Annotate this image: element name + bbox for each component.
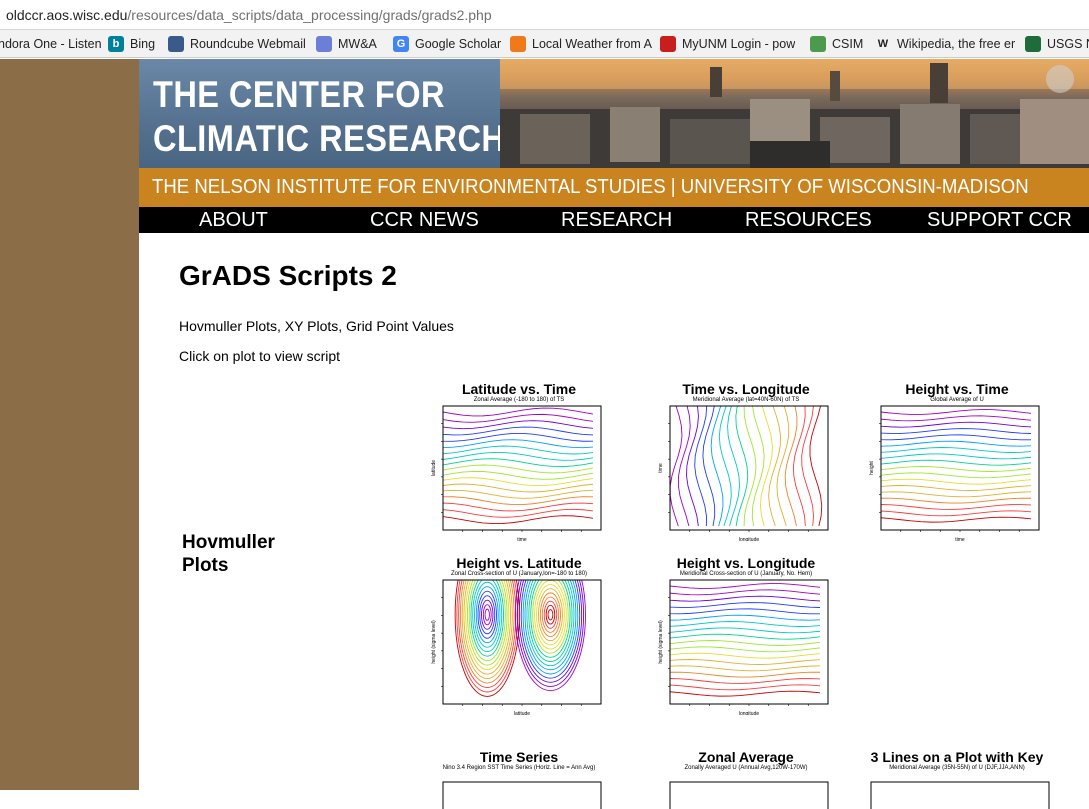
bookmark-label: MW&A bbox=[338, 37, 377, 51]
bookmark-wikipedia[interactable]: W Wikipedia, the free er bbox=[875, 35, 1015, 53]
bookmark-mwa[interactable]: MW&A bbox=[316, 35, 377, 53]
plot-image: time latitude bbox=[431, 405, 602, 541]
plot-3-lines-on-a-plot-with-key[interactable]: 3 Lines on a Plot with Key Meridional Ave… bbox=[857, 749, 1057, 809]
page-description: Hovmuller Plots, XY Plots, Grid Point Va… bbox=[179, 318, 454, 334]
bookmark-label: ndora One - Listen bbox=[0, 37, 102, 51]
site-banner[interactable]: THE CENTER FOR CLIMATIC RESEARCH bbox=[139, 59, 1089, 168]
plot-title: 3 Lines on a Plot with Key bbox=[870, 749, 1044, 765]
unm-icon bbox=[660, 36, 676, 52]
plot-image: longitude time bbox=[658, 405, 829, 541]
bookmark-unm[interactable]: MyUNM Login - pow bbox=[660, 35, 795, 53]
bookmark-label: Local Weather from A bbox=[532, 37, 652, 51]
plot-zonal-average[interactable]: Zonal Average Zonally Averaged U (Annual … bbox=[656, 749, 836, 809]
page-title: GrADS Scripts 2 bbox=[179, 260, 397, 291]
plot-time-vs-longitude[interactable]: Time vs. Longitude Meridional Average (la… bbox=[656, 381, 836, 541]
nav-about[interactable]: ABOUT bbox=[199, 209, 268, 232]
left-sidebar bbox=[0, 59, 139, 790]
section-label-hovmuller: Hovmuller Plots bbox=[182, 531, 275, 577]
site-title: THE CENTER FOR CLIMATIC RESEARCH bbox=[153, 73, 505, 161]
plot-ylabel: height (sigma level) bbox=[658, 620, 664, 664]
plot-xlabel: time bbox=[517, 537, 527, 541]
bookmark-label: Bing bbox=[130, 37, 156, 51]
plot-height-vs-longitude[interactable]: Height vs. Longitude Meridional Cross-sec… bbox=[656, 555, 836, 715]
bookmark-label: CSIM bbox=[832, 37, 864, 51]
bookmarks-bar: ndora One - Listen b Bing Roundcube Webmail… bbox=[0, 30, 1089, 58]
page-instruction: Click on plot to view script bbox=[179, 348, 341, 364]
plot-image bbox=[870, 781, 1050, 809]
nav-support-ccr[interactable]: SUPPORT CCR bbox=[927, 209, 1072, 232]
main-nav: ABOUT CCR NEWS RESEARCH RESOURCES SUPPOR… bbox=[139, 207, 1089, 233]
banner-title-block: THE CENTER FOR CLIMATIC RESEARCH bbox=[139, 59, 505, 168]
weather-icon bbox=[510, 36, 526, 52]
plot-title: Height vs. Latitude bbox=[456, 555, 582, 571]
plot-image bbox=[442, 781, 602, 809]
bookmark-label: Google Scholar bbox=[415, 37, 502, 51]
main-content: GrADS Scripts 2 Hovmuller Plots, XY Plot… bbox=[139, 233, 1089, 809]
plot-image: latitude height (sigma level) bbox=[431, 579, 602, 715]
campus-skyline-image bbox=[500, 59, 1089, 168]
section-label-line1: Hovmuller bbox=[182, 532, 275, 553]
plot-title: Height vs. Time bbox=[905, 381, 1009, 397]
nav-resources[interactable]: RESOURCES bbox=[745, 209, 872, 232]
roundcube-icon bbox=[168, 36, 184, 52]
bookmark-usgs[interactable]: USGS N bbox=[1025, 35, 1089, 53]
usgs-icon bbox=[1025, 36, 1041, 52]
plot-latitude-vs-time[interactable]: Latitude vs. Time Zonal Average (-180 to … bbox=[429, 381, 609, 541]
bing-icon: b bbox=[108, 36, 124, 52]
bookmark-pandora[interactable]: ndora One - Listen bbox=[0, 35, 102, 53]
plot-height-vs-latitude[interactable]: Height vs. Latitude Zonal Cross-section o… bbox=[429, 555, 609, 715]
google-scholar-icon: G bbox=[393, 36, 409, 52]
bookmark-label: MyUNM Login - pow bbox=[682, 37, 796, 51]
url-host: oldccr.aos.wisc.edu bbox=[6, 7, 128, 23]
plot-title: Time vs. Longitude bbox=[682, 381, 810, 397]
plot-title: Zonal Average bbox=[698, 749, 794, 765]
nav-ccr-news[interactable]: CCR NEWS bbox=[370, 209, 479, 232]
nav-research[interactable]: RESEARCH bbox=[561, 209, 672, 232]
plot-time-series[interactable]: Time Series Nino 3.4 Region SST Time Seri… bbox=[429, 749, 609, 809]
plot-image: time height bbox=[869, 405, 1040, 541]
bookmark-label: Wikipedia, the free er bbox=[897, 37, 1016, 51]
bookmark-roundcube[interactable]: Roundcube Webmail bbox=[168, 35, 306, 53]
csim-icon bbox=[810, 36, 826, 52]
address-bar[interactable]: oldccr.aos.wisc.edu/resources/data_scrip… bbox=[0, 0, 1089, 30]
plot-ylabel: height (sigma level) bbox=[431, 620, 437, 664]
plot-image bbox=[669, 781, 829, 809]
plot-xlabel: time bbox=[955, 537, 965, 541]
plot-title: Latitude vs. Time bbox=[461, 381, 577, 397]
site-title-line2: CLIMATIC RESEARCH bbox=[153, 118, 506, 159]
mwa-icon bbox=[316, 36, 332, 52]
plot-image: longitude height (sigma level) bbox=[658, 579, 829, 715]
section-label-line2: Plots bbox=[182, 555, 229, 576]
institute-text: THE NELSON INSTITUTE FOR ENVIRONMENTAL S… bbox=[152, 176, 1029, 198]
plot-xlabel: longitude bbox=[739, 537, 760, 541]
institute-bar: THE NELSON INSTITUTE FOR ENVIRONMENTAL S… bbox=[139, 168, 1089, 207]
site-title-line1: THE CENTER FOR bbox=[153, 74, 445, 115]
plot-xlabel: longitude bbox=[739, 711, 760, 715]
wikipedia-icon: W bbox=[877, 38, 889, 50]
bookmark-label: USGS N bbox=[1047, 37, 1089, 51]
plot-ylabel: latitude bbox=[431, 460, 437, 476]
plot-xlabel: latitude bbox=[514, 711, 530, 715]
plot-ylabel: height bbox=[869, 461, 875, 475]
bookmark-label: Roundcube Webmail bbox=[190, 37, 306, 51]
plot-ylabel: time bbox=[658, 463, 664, 473]
plot-title: Height vs. Longitude bbox=[676, 555, 816, 571]
url-text[interactable]: oldccr.aos.wisc.edu/resources/data_scrip… bbox=[6, 7, 492, 23]
plot-title: Time Series bbox=[479, 749, 559, 765]
plot-height-vs-time[interactable]: Height vs. Time Global Average of Utime he… bbox=[867, 381, 1047, 541]
bookmark-csim[interactable]: CSIM bbox=[810, 35, 863, 53]
campus-photo bbox=[500, 59, 1089, 168]
bookmark-weather[interactable]: Local Weather from A bbox=[510, 35, 652, 53]
bookmark-bing[interactable]: b Bing bbox=[108, 35, 155, 53]
url-path: /resources/data_scripts/data_processing/… bbox=[127, 7, 492, 23]
bookmark-google-scholar[interactable]: G Google Scholar bbox=[393, 35, 501, 53]
